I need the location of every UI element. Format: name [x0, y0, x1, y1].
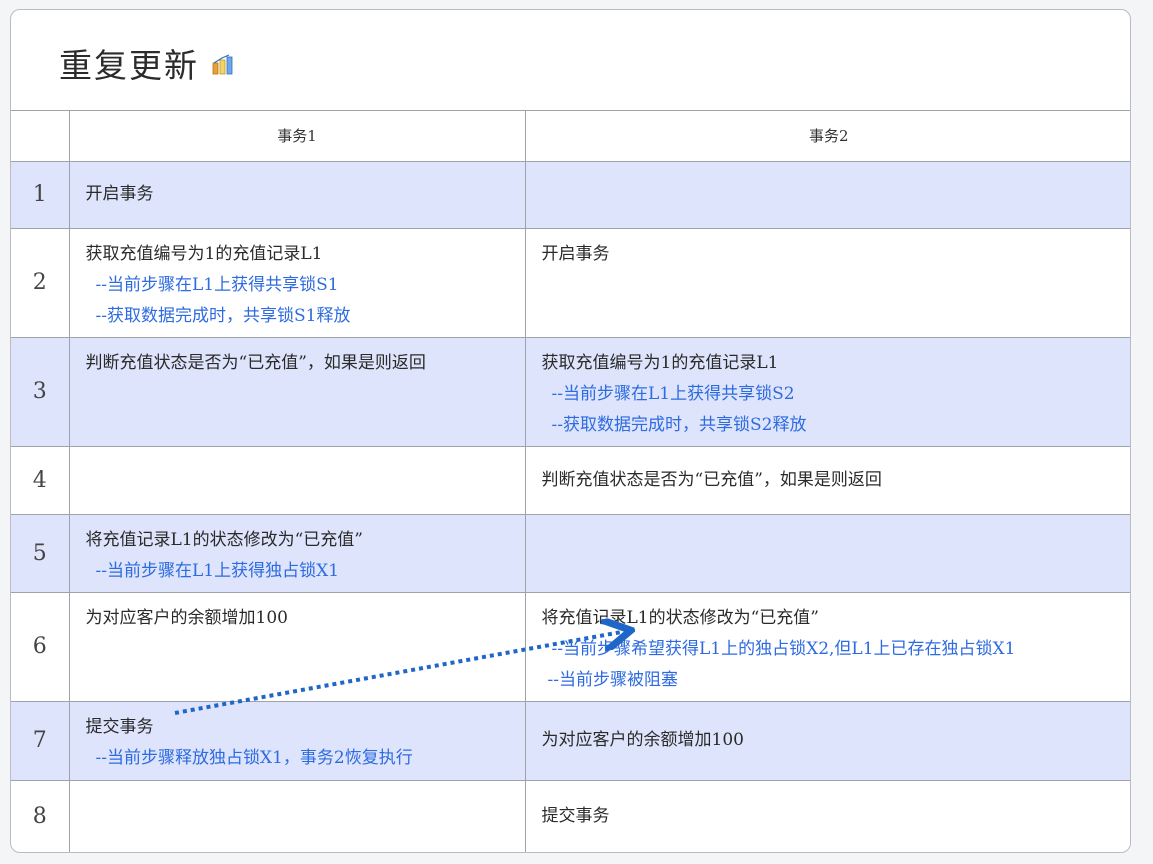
step-text: 获取充值编号为1的充值记录L1	[541, 352, 779, 373]
tx2-cell: 获取充值编号为1的充值记录L1 --当前步骤在L1上获得共享锁S2 --获取数据完成…	[524, 336, 1130, 447]
table-row: 5 将充值记录L1的状态修改为“已充值” --当前步骤在L1上获得独占锁X1	[11, 513, 1130, 593]
row-number: 7	[11, 700, 70, 781]
row-number: 6	[11, 591, 70, 702]
tx1-cell: 为对应客户的余额增加100	[68, 591, 526, 702]
tx2-cell: 判断充值状态是否为“已充值”，如果是则返回	[524, 445, 1130, 515]
title-bar: 重复更新	[11, 10, 1130, 111]
transaction-card: 重复更新 事务1 事务2 1 开启事务 2 获取充值编号为1的充值记录L1 --当前步骤…	[10, 9, 1131, 853]
header-tx1: 事务1	[68, 111, 526, 162]
step-text: 判断充值状态是否为“已充值”，如果是则返回	[85, 352, 426, 373]
step-text: 开启事务	[541, 243, 610, 264]
tx1-cell: 开启事务	[68, 160, 526, 229]
lock-note: --当前步骤在L1上获得共享锁S1	[95, 274, 339, 295]
header-num	[11, 111, 70, 162]
table-header-row: 事务1 事务2	[11, 111, 1130, 162]
lock-note: --当前步骤希望获得L1上的独占锁X2,但L1上已存在独占锁X1	[551, 638, 1016, 659]
lock-note: --当前步骤在L1上获得共享锁S2	[551, 383, 795, 404]
step-text: 将充值记录L1的状态修改为“已充值”	[85, 529, 364, 550]
lock-note: --当前步骤被阻塞	[547, 669, 679, 690]
row-number: 1	[11, 160, 70, 229]
row-number: 4	[11, 445, 70, 515]
table-row: 6 为对应客户的余额增加100 将充值记录L1的状态修改为“已充值” --当前步骤希望…	[11, 591, 1130, 702]
transaction-table: 事务1 事务2 1 开启事务 2 获取充值编号为1的充值记录L1 --当前步骤在L1上获…	[11, 111, 1130, 852]
tx2-cell: 开启事务	[524, 227, 1130, 338]
tx2-cell	[524, 160, 1130, 229]
step-text: 提交事务	[85, 716, 154, 737]
row-number: 3	[11, 336, 70, 447]
step-text: 将充值记录L1的状态修改为“已充值”	[541, 607, 820, 628]
tx2-cell	[524, 513, 1130, 593]
lock-note: --当前步骤在L1上获得独占锁X1	[95, 560, 340, 581]
tx1-cell: 获取充值编号为1的充值记录L1 --当前步骤在L1上获得共享锁S1 --获取数据完成…	[68, 227, 526, 338]
row-number: 8	[11, 779, 70, 852]
tx1-cell: 判断充值状态是否为“已充值”，如果是则返回	[68, 336, 526, 447]
tx1-cell	[68, 445, 526, 515]
header-tx2: 事务2	[524, 111, 1130, 162]
table-row: 4 判断充值状态是否为“已充值”，如果是则返回	[11, 445, 1130, 515]
step-text: 为对应客户的余额增加100	[541, 730, 744, 750]
bar-chart-icon	[212, 54, 233, 75]
table-row: 1 开启事务	[11, 160, 1130, 229]
step-text: 获取充值编号为1的充值记录L1	[85, 243, 323, 264]
tx2-cell: 将充值记录L1的状态修改为“已充值” --当前步骤希望获得L1上的独占锁X2,但L…	[524, 591, 1130, 702]
lock-note: --获取数据完成时，共享锁S2释放	[551, 414, 807, 435]
table-row: 8 提交事务	[11, 779, 1130, 852]
row-number: 2	[11, 227, 70, 338]
tx1-cell	[68, 779, 526, 852]
page-title: 重复更新	[59, 46, 199, 85]
table-row: 3 判断充值状态是否为“已充值”，如果是则返回 获取充值编号为1的充值记录L1 --当…	[11, 336, 1130, 447]
tx1-cell: 提交事务 --当前步骤释放独占锁X1，事务2恢复执行	[68, 700, 526, 781]
step-text: 判断充值状态是否为“已充值”，如果是则返回	[541, 469, 882, 490]
lock-note: --获取数据完成时，共享锁S1释放	[95, 305, 351, 326]
table-row: 2 获取充值编号为1的充值记录L1 --当前步骤在L1上获得共享锁S1 --获取数据完…	[11, 227, 1130, 338]
lock-note: --当前步骤释放独占锁X1，事务2恢复执行	[95, 747, 413, 768]
tx1-cell: 将充值记录L1的状态修改为“已充值” --当前步骤在L1上获得独占锁X1	[68, 513, 526, 593]
tx2-cell: 为对应客户的余额增加100	[524, 700, 1130, 781]
row-number: 5	[11, 513, 70, 593]
step-text: 开启事务	[85, 184, 154, 204]
table-row: 7 提交事务 --当前步骤释放独占锁X1，事务2恢复执行 为对应客户的余额增加100	[11, 700, 1130, 781]
step-text: 为对应客户的余额增加100	[85, 607, 288, 628]
step-text: 提交事务	[541, 805, 610, 826]
tx2-cell: 提交事务	[524, 779, 1130, 852]
